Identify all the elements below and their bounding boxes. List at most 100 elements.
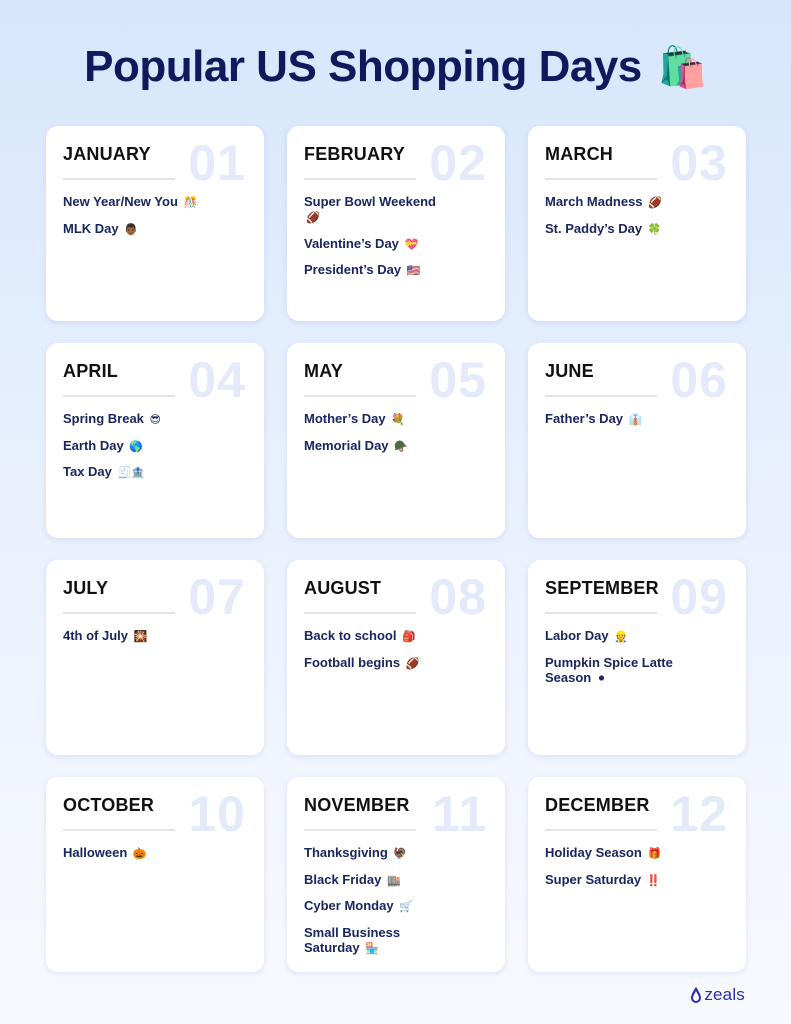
event-list: Father’s Day 👔 bbox=[545, 411, 729, 428]
event-item: St. Paddy’s Day 🍀 bbox=[545, 221, 695, 238]
event-item: Mother’s Day 💐 bbox=[304, 411, 454, 428]
event-label: Cyber Monday bbox=[304, 898, 394, 913]
month-card-april: 04 APRIL Spring Break 😎 Earth Day 🌎 Tax Day … bbox=[46, 343, 264, 538]
event-item: Thanksgiving 🦃 bbox=[304, 845, 454, 862]
turkey-icon: 🦃 bbox=[393, 848, 408, 860]
event-list: Labor Day 👷 Pumpkin Spice Latte Season ⚫ bbox=[545, 628, 729, 687]
shopping-bags-icon: 🛍️ bbox=[657, 46, 708, 90]
page-title-text: Popular US Shopping Days bbox=[84, 42, 642, 91]
event-list: Holiday Season 🎁 Super Saturday ‼️ bbox=[545, 845, 729, 889]
event-list: Super Bowl Weekend 🏈 Valentine’s Day 💝 Pre… bbox=[304, 194, 488, 279]
month-card-august: 08 AUGUST Back to school 🎒 Football begins … bbox=[287, 560, 505, 755]
divider bbox=[545, 395, 657, 397]
event-item: Pumpkin Spice Latte Season ⚫ bbox=[545, 655, 695, 687]
month-card-january: 01 JANUARY New Year/New You 🎊 MLK Day 👨🏾 bbox=[46, 126, 264, 321]
event-label: Halloween bbox=[63, 845, 128, 860]
month-name: DECEMBER bbox=[545, 795, 650, 815]
divider bbox=[63, 612, 175, 614]
divider bbox=[63, 178, 175, 180]
sunglasses-face-icon: 😎 bbox=[149, 414, 162, 426]
divider bbox=[545, 178, 657, 180]
month-name: FEBRUARY bbox=[304, 144, 405, 164]
month-name: JANUARY bbox=[63, 144, 151, 164]
event-list: Mother’s Day 💐 Memorial Day 🪖 bbox=[304, 411, 488, 455]
bouquet-icon: 💐 bbox=[391, 414, 405, 426]
month-card-july: 07 JULY 4th of July 🎇 bbox=[46, 560, 264, 755]
event-label: Earth Day bbox=[63, 437, 124, 453]
event-item: Father’s Day 👔 bbox=[545, 411, 695, 428]
pumpkin-icon: 🎃 bbox=[132, 848, 147, 860]
clover-icon: 🍀 bbox=[647, 223, 662, 236]
month-name: JUNE bbox=[545, 361, 594, 381]
event-item: Halloween 🎃 bbox=[63, 845, 213, 862]
month-name: APRIL bbox=[63, 361, 118, 381]
divider bbox=[545, 612, 657, 614]
month-card-november: 11 NOVEMBER Thanksgiving 🦃 Black Friday 🏬 Cy… bbox=[287, 777, 505, 972]
month-name: JULY bbox=[63, 578, 109, 598]
event-label: 4th of July bbox=[63, 628, 129, 643]
event-list: New Year/New You 🎊 MLK Day 👨🏾 bbox=[63, 194, 247, 238]
event-label: Football begins bbox=[304, 654, 401, 670]
month-card-september: 09 SEPTEMBER Labor Day 👷 Pumpkin Spice Latt… bbox=[528, 560, 746, 755]
event-item: New Year/New You 🎊 bbox=[63, 194, 213, 211]
month-name: AUGUST bbox=[304, 578, 382, 598]
event-list: Spring Break 😎 Earth Day 🌎 Tax Day 🧾🏦 bbox=[63, 411, 247, 481]
event-item: Black Friday 🏬 bbox=[304, 872, 454, 889]
month-name: NOVEMBER bbox=[304, 795, 410, 815]
event-item: Holiday Season 🎁 bbox=[545, 845, 695, 862]
event-label: Super Saturday bbox=[545, 871, 642, 887]
month-card-october: 10 OCTOBER Halloween 🎃 bbox=[46, 777, 264, 972]
divider bbox=[63, 829, 175, 831]
event-label: Valentine’s Day bbox=[304, 235, 399, 251]
event-label: Memorial Day bbox=[304, 437, 389, 453]
event-item: Spring Break 😎 bbox=[63, 411, 213, 428]
event-item: Super Bowl Weekend 🏈 bbox=[304, 194, 454, 226]
month-card-may: 05 MAY Mother’s Day 💐 Memorial Day 🪖 bbox=[287, 343, 505, 538]
cart-icon: 🛒 bbox=[399, 901, 413, 913]
store-icon: 🏬 bbox=[386, 874, 401, 887]
month-name: MARCH bbox=[545, 144, 613, 164]
event-label: March Madness bbox=[545, 194, 643, 209]
divider bbox=[304, 178, 416, 180]
event-item: 4th of July 🎇 bbox=[63, 628, 213, 645]
droplet-icon bbox=[691, 987, 702, 1003]
brand-logo: zeals bbox=[690, 985, 745, 1005]
month-card-june: 06 JUNE Father’s Day 👔 bbox=[528, 343, 746, 538]
event-label: President’s Day bbox=[304, 262, 402, 277]
event-item: Football begins 🏈 bbox=[304, 655, 454, 672]
football-icon: 🏈 bbox=[405, 657, 420, 670]
event-item: Back to school 🎒 bbox=[304, 628, 454, 645]
event-list: Back to school 🎒 Football begins 🏈 bbox=[304, 628, 488, 672]
event-label: New Year/New You bbox=[63, 194, 178, 209]
shop-icon: 🏪 bbox=[365, 942, 379, 955]
receipt-bank-icon: 🧾🏦 bbox=[117, 467, 145, 479]
event-item: Cyber Monday 🛒 bbox=[304, 898, 454, 915]
event-item: Valentine’s Day 💝 bbox=[304, 236, 454, 253]
event-label: Small Business Saturday bbox=[304, 924, 401, 955]
month-name: MAY bbox=[304, 361, 343, 381]
event-item: Earth Day 🌎 bbox=[63, 438, 213, 455]
month-card-december: 12 DECEMBER Holiday Season 🎁 Super Saturday… bbox=[528, 777, 746, 972]
party-icon: 🎊 bbox=[183, 197, 198, 209]
event-item: Tax Day 🧾🏦 bbox=[63, 464, 213, 481]
month-grid: 01 JANUARY New Year/New You 🎊 MLK Day 👨🏾 02 F… bbox=[46, 126, 746, 972]
event-label: MLK Day bbox=[63, 220, 119, 236]
brand-name: zeals bbox=[704, 985, 745, 1004]
event-label: St. Paddy’s Day bbox=[545, 220, 643, 236]
event-label: Holiday Season bbox=[545, 845, 642, 860]
event-label: Back to school bbox=[304, 628, 397, 643]
event-label: Black Friday bbox=[304, 871, 382, 887]
fireworks-icon: 🎇 bbox=[133, 631, 148, 643]
event-label: Spring Break bbox=[63, 411, 144, 426]
event-label: Pumpkin Spice Latte Season bbox=[545, 654, 673, 685]
event-item: Labor Day 👷 bbox=[545, 628, 695, 645]
event-list: Thanksgiving 🦃 Black Friday 🏬 Cyber Monday… bbox=[304, 845, 488, 957]
backpack-icon: 🎒 bbox=[402, 631, 416, 643]
event-label: Thanksgiving bbox=[304, 845, 388, 860]
person-icon: 👨🏾 bbox=[124, 223, 138, 236]
event-item: Memorial Day 🪖 bbox=[304, 438, 454, 455]
football-icon: 🏈 bbox=[306, 212, 320, 224]
heart-icon: 💝 bbox=[404, 238, 419, 251]
event-item: March Madness 🏈 bbox=[545, 194, 695, 211]
event-label: Super Bowl Weekend bbox=[304, 194, 436, 209]
